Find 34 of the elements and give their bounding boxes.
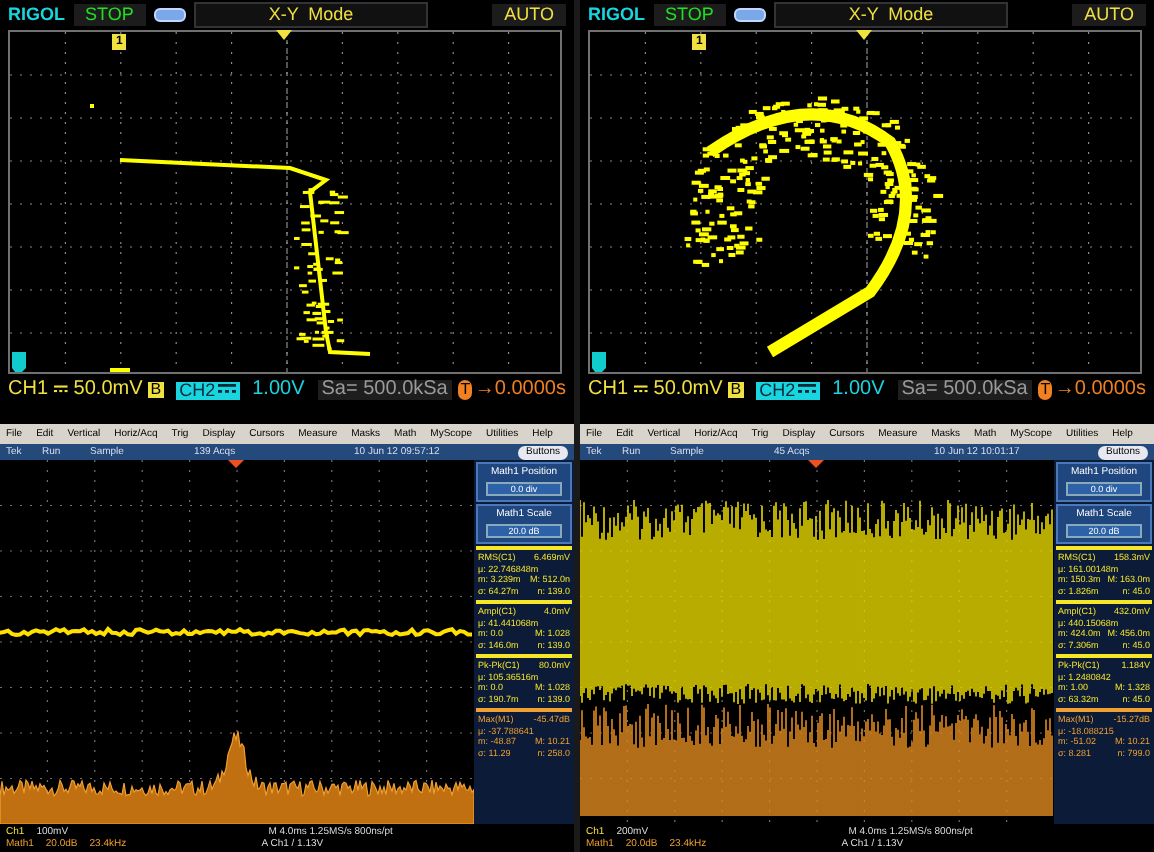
bandwidth-badge: B [728, 382, 744, 398]
bandwidth-badge: B [148, 382, 164, 398]
trigger-offset: →0.0000s [1054, 380, 1146, 400]
channel-marker-icon [592, 352, 606, 374]
dc-coupling-icon [217, 384, 236, 396]
channel-marker-icon [12, 352, 26, 374]
mode-label: X-Y Mode [193, 1, 429, 27]
battery-icon [733, 7, 766, 21]
battery-icon [153, 7, 186, 21]
brand-logo: RIGOL [588, 5, 645, 23]
ch1-label: CH1 [8, 380, 49, 400]
brand-logo: RIGOL [8, 5, 65, 23]
dc-coupling-icon [54, 384, 68, 396]
ch2-label: CH2 [755, 381, 820, 399]
ch1-scale: 50.0mV [73, 380, 143, 400]
ch1-label: CH1 [588, 380, 629, 400]
trigger-position-icon [856, 30, 872, 40]
ch2-label: CH2 [175, 381, 240, 399]
dc-coupling-icon [797, 384, 816, 396]
dc-coupling-icon [634, 384, 648, 396]
sample-rate: Sa= 500.0kSa [317, 380, 452, 400]
ch2-scale: 1.00V [250, 380, 307, 400]
ch2-scale: 1.00V [830, 380, 887, 400]
run-state: STOP [73, 3, 146, 25]
mode-label: X-Y Mode [773, 1, 1009, 27]
trigger-offset: →0.0000s [474, 380, 566, 400]
ch1-scale: 50.0mV [653, 380, 723, 400]
sample-rate: Sa= 500.0kSa [897, 380, 1032, 400]
trigger-position-icon [276, 30, 292, 40]
trigger-icon: T [457, 380, 473, 400]
trigger-mode: AUTO [1072, 3, 1146, 25]
trigger-mode: AUTO [492, 3, 566, 25]
trigger-icon: T [1037, 380, 1053, 400]
run-state: STOP [653, 3, 726, 25]
